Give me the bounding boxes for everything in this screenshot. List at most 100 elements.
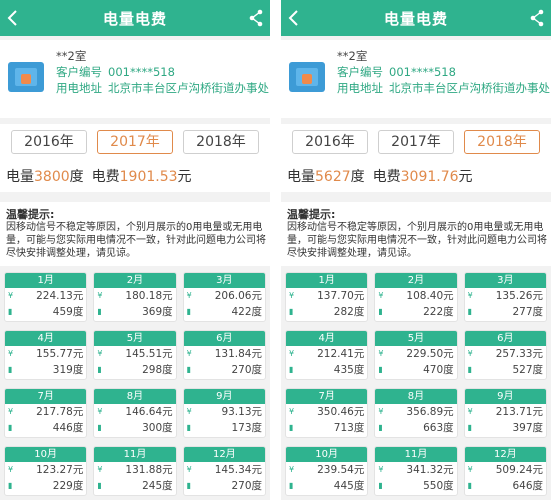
tab-2016[interactable]: 2016年 [292,130,368,154]
month-power: 298度 [142,364,173,376]
fee-row: ¥213.71元 [465,404,546,420]
power-row: ▮ 229度 [5,478,86,494]
month-fee: 229.50元 [406,348,454,360]
fee-row: ¥239.54元 [286,462,367,478]
month-fee: 180.18元 [125,290,173,302]
month-card[interactable]: 1月 ¥224.13元 ▮ 459度 [4,272,88,322]
power-row: ▮ 173度 [184,420,265,436]
power-row: ▮ 300度 [94,420,175,436]
month-fee: 356.89元 [406,406,454,418]
month-card[interactable]: 3月 ¥135.26元 ▮ 277度 [463,272,547,322]
month-card[interactable]: 1月 ¥137.70元 ▮ 282度 [285,272,369,322]
month-label: 2月 [375,273,457,288]
account-name: **2室 [337,49,368,63]
fee-row: ¥180.18元 [94,288,175,304]
month-card[interactable]: 9月 ¥213.71元 ▮ 397度 [463,388,547,438]
month-fee: 93.13元 [221,406,262,418]
fee-row: ¥212.41元 [286,346,367,362]
account-card: **2室 客户编号 001****518 用电地址 北京市丰台区卢沟桥街道办事处 [0,40,270,118]
power-total: 5627 [315,169,351,185]
month-power: 550度 [423,480,454,492]
fee-row: ¥350.46元 [286,404,367,420]
month-power: 470度 [423,364,454,376]
month-card[interactable]: 4月 ¥155.77元 ▮ 319度 [4,330,88,380]
fee-row: ¥131.88元 [94,462,175,478]
month-card[interactable]: 10月 ¥123.27元 ▮ 229度 [4,446,88,496]
yen-icon: ¥ [97,349,103,358]
power-row: ▮ 435度 [286,362,367,378]
fee-row: ¥108.40元 [375,288,456,304]
notice-text: 因移动信号不稳定等原因，个别月展示的0用电量或无用电量，可能与您实际用电情况不一… [287,222,547,259]
month-card[interactable]: 7月 ¥217.78元 ▮ 446度 [4,388,88,438]
month-power: 435度 [333,364,365,376]
tab-2017[interactable]: 2017年 [97,130,173,154]
month-card[interactable]: 9月 ¥93.13元 ▮ 173度 [182,388,266,438]
fee-unit: 元 [177,169,192,185]
month-fee: 224.13元 [36,290,84,302]
month-power: 277度 [512,306,543,318]
month-power: 369度 [142,306,173,318]
month-card[interactable]: 11月 ¥341.32元 ▮ 550度 [374,446,458,496]
month-card[interactable]: 8月 ¥356.89元 ▮ 663度 [374,388,458,438]
month-card[interactable]: 3月 ¥206.06元 ▮ 422度 [182,272,266,322]
month-card[interactable]: 10月 ¥239.54元 ▮ 445度 [285,446,369,496]
battery-icon: ▮ [186,307,192,316]
chevron-left-icon[interactable] [6,9,20,27]
month-card[interactable]: 7月 ¥350.46元 ▮ 713度 [285,388,369,438]
house-card-icon [289,62,325,92]
battery-icon: ▮ [378,481,383,490]
yen-icon: ¥ [8,465,14,474]
fee-row: ¥146.64元 [94,404,175,420]
month-power: 713度 [333,422,365,434]
month-label: 5月 [94,331,176,346]
yen-icon: ¥ [186,407,192,416]
month-card[interactable]: 12月 ¥509.24元 ▮ 646度 [463,446,547,496]
tab-2018[interactable]: 2018年 [464,130,540,154]
month-fee: 212.41元 [317,348,365,360]
month-card[interactable]: 5月 ¥145.51元 ▮ 298度 [93,330,177,380]
chevron-left-icon[interactable] [287,9,301,27]
power-row: ▮ 270度 [184,362,265,378]
month-power: 319度 [52,364,84,376]
battery-icon: ▮ [186,365,192,374]
month-card[interactable]: 12月 ¥145.34元 ▮ 270度 [182,446,266,496]
tab-2017[interactable]: 2017年 [378,130,454,154]
fee-row: ¥93.13元 [184,404,265,420]
month-fee: 145.34元 [214,464,262,476]
month-label: 9月 [183,389,265,404]
month-label: 9月 [464,389,546,404]
year-tabs: 2016年 2017年 2018年 [281,124,551,160]
month-label: 4月 [286,331,368,346]
address-value: 北京市丰台区卢沟桥街道办事处 [389,81,550,95]
tab-2018[interactable]: 2018年 [183,130,259,154]
month-card[interactable]: 8月 ¥146.64元 ▮ 300度 [93,388,177,438]
month-card[interactable]: 6月 ¥131.84元 ▮ 270度 [182,330,266,380]
app-header: 电量电费 [0,0,270,36]
fee-row: ¥145.34元 [184,462,265,478]
battery-icon: ▮ [378,307,383,316]
yen-icon: ¥ [289,407,295,416]
month-label: 11月 [375,447,457,462]
power-row: ▮ 277度 [465,304,546,320]
month-card[interactable]: 2月 ¥108.40元 ▮ 222度 [374,272,458,322]
month-fee: 509.24元 [495,464,543,476]
battery-icon: ▮ [186,423,192,432]
battery-icon: ▮ [97,481,102,490]
month-card[interactable]: 6月 ¥257.33元 ▮ 527度 [463,330,547,380]
month-card[interactable]: 11月 ¥131.88元 ▮ 245度 [93,446,177,496]
power-row: ▮ 663度 [375,420,456,436]
fee-row: ¥229.50元 [375,346,456,362]
tab-2016[interactable]: 2016年 [11,130,87,154]
month-card[interactable]: 2月 ¥180.18元 ▮ 369度 [93,272,177,322]
power-unit: 度 [69,169,84,185]
power-row: ▮ 527度 [465,362,546,378]
share-icon[interactable] [248,9,264,27]
customer-id-value: 001****518 [389,65,456,79]
month-fee: 137.70元 [317,290,365,302]
month-power: 282度 [333,306,365,318]
share-icon[interactable] [529,9,545,27]
month-card[interactable]: 4月 ¥212.41元 ▮ 435度 [285,330,369,380]
notice-box: 温馨提示: 因移动信号不稳定等原因，个别月展示的0用电量或无用电量，可能与您实际… [281,202,551,266]
month-card[interactable]: 5月 ¥229.50元 ▮ 470度 [374,330,458,380]
month-fee: 123.27元 [36,464,84,476]
